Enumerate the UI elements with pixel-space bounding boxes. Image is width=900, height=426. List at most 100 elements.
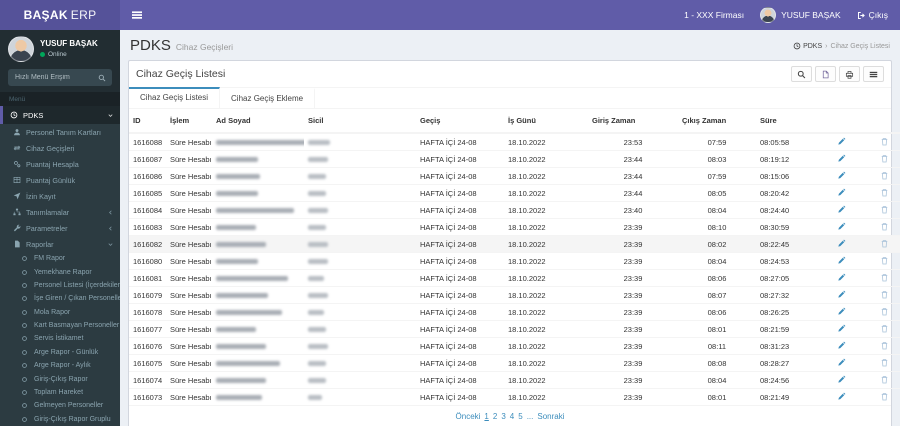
delete-button[interactable] — [880, 341, 889, 350]
edit-button[interactable] — [837, 205, 846, 214]
edit-button[interactable] — [837, 256, 846, 265]
page-link[interactable]: 1 — [484, 412, 488, 421]
report-item[interactable]: Toplam Hareket — [0, 386, 120, 399]
search-tool-button[interactable] — [791, 66, 812, 82]
report-item[interactable]: Arge Rapor - Günlük — [0, 346, 120, 359]
search-submit-button[interactable] — [92, 74, 112, 82]
edit-button[interactable] — [837, 239, 846, 248]
edit-button[interactable] — [837, 273, 846, 282]
delete-button[interactable] — [880, 239, 889, 248]
sidebar-subitem[interactable]: Tanımlamalar — [0, 204, 120, 220]
row-id: 1616088 — [129, 132, 166, 151]
report-item[interactable]: İşe Giren / Çıkan Personeller — [0, 292, 120, 305]
pagination-next[interactable]: Sonraki — [537, 412, 564, 421]
delete-button[interactable] — [880, 137, 889, 146]
brand-logo[interactable]: BAŞAK ERP — [0, 0, 120, 30]
sidebar-subitem[interactable]: Cihaz Geçişleri — [0, 140, 120, 156]
edit-button[interactable] — [837, 358, 846, 367]
column-header: İş Günü — [504, 109, 588, 134]
sidebar-subitem[interactable]: İzin Kayıt — [0, 188, 120, 204]
page-link[interactable]: 4 — [510, 412, 514, 421]
delete-button[interactable] — [880, 171, 889, 180]
report-item[interactable]: Yemekhane Rapor — [0, 265, 120, 278]
row-giris-zaman: 23:39 — [588, 337, 678, 355]
edit-button[interactable] — [837, 290, 846, 299]
edit-button[interactable] — [837, 137, 846, 146]
delete-button[interactable] — [880, 358, 889, 367]
page-link[interactable]: 3 — [501, 412, 505, 421]
edit-button[interactable] — [837, 341, 846, 350]
edit-button[interactable] — [837, 188, 846, 197]
edit-button[interactable] — [837, 171, 846, 180]
edit-button[interactable] — [837, 324, 846, 333]
page-link[interactable]: 2 — [493, 412, 497, 421]
pencil-icon — [837, 239, 846, 248]
sidebar-toggle-button[interactable] — [120, 0, 154, 30]
report-item[interactable]: Servis İstikamet — [0, 332, 120, 345]
row-ad-soyad-redacted — [212, 167, 304, 185]
edit-button[interactable] — [837, 222, 846, 231]
edit-button[interactable] — [837, 307, 846, 316]
edit-button[interactable] — [837, 154, 846, 163]
delete-button[interactable] — [880, 188, 889, 197]
report-item[interactable]: Kart Basmayan Personeller — [0, 319, 120, 332]
trash-icon — [880, 137, 889, 146]
row-sure: 08:27:05 — [756, 269, 820, 287]
row-ad-soyad-redacted — [212, 320, 304, 338]
row-is-gunu: 18.10.2022 — [504, 303, 588, 321]
tab-cihaz-gecis-ekleme[interactable]: Cihaz Geçiş Ekleme — [220, 88, 316, 108]
row-gecis: HAFTA İÇİ 24-08 — [416, 184, 504, 202]
del — [862, 269, 900, 287]
quick-menu-search-input[interactable] — [8, 69, 92, 86]
delete-button[interactable] — [880, 290, 889, 299]
sidebar-item-pdks[interactable]: PDKS — [0, 106, 120, 124]
row-ad-soyad-redacted — [212, 303, 304, 321]
print-tool-button[interactable] — [839, 66, 860, 82]
edit-button[interactable] — [837, 375, 846, 384]
report-item[interactable]: Gelmeyen Personeller — [0, 399, 120, 412]
row-giris-zaman: 23:39 — [588, 286, 678, 304]
edit-button[interactable] — [837, 392, 846, 401]
chevron-left-icon — [107, 225, 114, 232]
row-islem: Süre Hesabı — [166, 388, 212, 405]
panel-toolbar — [791, 66, 884, 82]
logout-button[interactable]: Çıkış — [857, 10, 888, 20]
delete-button[interactable] — [880, 205, 889, 214]
report-item[interactable]: Personel Listesi (İçerdekiler) — [0, 279, 120, 292]
page-link[interactable]: 5 — [518, 412, 522, 421]
delete-button[interactable] — [880, 375, 889, 384]
pagination-prev[interactable]: Önceki — [456, 412, 481, 421]
delete-button[interactable] — [880, 273, 889, 282]
navbar-user-menu[interactable]: YUSUF BAŞAK — [760, 7, 841, 23]
delete-button[interactable] — [880, 392, 889, 401]
del — [862, 354, 900, 372]
breadcrumb-root-link[interactable]: PDKS — [793, 42, 822, 50]
delete-button[interactable] — [880, 324, 889, 333]
report-item[interactable]: Mola Rapor — [0, 306, 120, 319]
sidebar-subitem[interactable]: Personel Tanım Kartları — [0, 124, 120, 140]
report-item-label: Arge Rapor - Günlük — [34, 348, 99, 356]
row-sicil-redacted — [304, 286, 416, 304]
delete-button[interactable] — [880, 222, 889, 231]
report-item[interactable]: FM Rapor — [0, 252, 120, 265]
export-tool-button[interactable] — [815, 66, 836, 82]
delete-button[interactable] — [880, 256, 889, 265]
sidebar-subitem[interactable]: Puantaj Hesapla — [0, 156, 120, 172]
row-gecis: HAFTA İÇİ 24-08 — [416, 354, 504, 372]
sidebar-subitem[interactable]: Parametreler — [0, 220, 120, 236]
row-is-gunu: 18.10.2022 — [504, 235, 588, 253]
file-icon — [11, 240, 22, 248]
pencil-icon — [837, 307, 846, 316]
tab-cihaz-gecis-listesi[interactable]: Cihaz Geçiş Listesi — [129, 87, 221, 108]
sidebar-subitem[interactable]: Puantaj Günlük — [0, 172, 120, 188]
report-item[interactable]: Giriş-Çıkış Rapor Gruplu — [0, 413, 120, 426]
delete-button[interactable] — [880, 154, 889, 163]
list-tool-button[interactable] — [863, 66, 884, 82]
delete-button[interactable] — [880, 307, 889, 316]
row-sicil-redacted — [304, 388, 416, 405]
report-item[interactable]: Giriş-Çıkış Rapor — [0, 372, 120, 385]
row-is-gunu: 18.10.2022 — [504, 388, 588, 405]
sidebar-subitem[interactable]: Raporlar — [0, 236, 120, 252]
pencil-icon — [837, 222, 846, 231]
report-item[interactable]: Arge Rapor - Aylık — [0, 359, 120, 372]
